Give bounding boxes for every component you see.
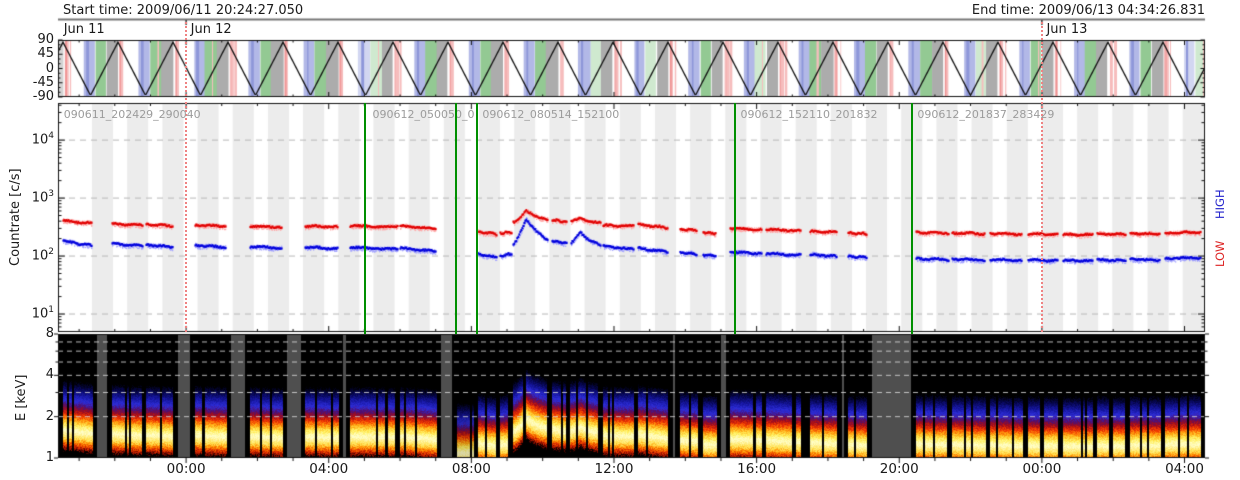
x-tick-label: 12:00 (594, 461, 634, 477)
energy-axis-title: E [keV] (14, 374, 29, 421)
end-time-label: End time: 2009/06/13 04:34:26.831 (971, 3, 1205, 18)
file-name-label: 090612_201837_283429 (917, 108, 1055, 121)
midnight-dotted-line (185, 22, 188, 332)
x-tick-label: 04:00 (309, 461, 349, 477)
figure: Start time: 2009/06/11 20:24:27.050 End … (0, 0, 1240, 480)
file-boundary-line (476, 103, 479, 334)
energy-ytick-label: 4 (45, 367, 54, 383)
file-name-label: 090612_080514_152100 (482, 108, 620, 121)
file-boundary-line (734, 103, 737, 334)
x-tick-label: 04:00 (1165, 461, 1204, 477)
scan-ytick-label: 45 (37, 46, 54, 62)
energy-ytick-label: 2 (45, 408, 54, 424)
file-name-label: 090612_152110_201832 (740, 108, 878, 121)
scan-ytick-label: 90 (37, 32, 54, 47)
x-tick-label: 16:00 (737, 461, 777, 477)
scan-ytick-label: -90 (32, 89, 54, 104)
energy-ytick-label: 8 (45, 326, 54, 341)
scan-ytick-label: -45 (32, 74, 54, 90)
midnight-dotted-line (1040, 22, 1043, 332)
countrate-ytick-label: 102 (31, 247, 54, 264)
countrate-ytick-label: 104 (31, 131, 54, 148)
date-label: Jun 13 (1046, 22, 1088, 37)
date-label: Jun 11 (63, 22, 105, 37)
x-tick-label: 00:00 (1022, 461, 1062, 477)
scan-ytick-label: 0 (45, 60, 54, 76)
series-label-low: LOW (1213, 240, 1227, 267)
file-boundary-line (363, 103, 366, 334)
file-name-label: 090612_050050_0 (372, 108, 475, 121)
energy-ytick-label: 1 (45, 450, 54, 465)
file-boundary-line (911, 103, 914, 334)
start-time-label: Start time: 2009/06/11 20:24:27.050 (63, 3, 304, 18)
countrate-ytick-label: 101 (31, 305, 54, 322)
countrate-ytick-label: 103 (31, 189, 54, 206)
file-boundary-line (454, 103, 457, 334)
x-tick-label: 08:00 (451, 461, 491, 477)
x-tick-label: 00:00 (166, 461, 206, 477)
file-name-label: 090611_202429_290040 (63, 108, 201, 121)
x-tick-label: 20:00 (879, 461, 919, 477)
countrate-axis-title: Countrate [c/s] (8, 168, 23, 266)
date-label: Jun 12 (190, 22, 232, 37)
series-label-high: HIGH (1213, 189, 1227, 219)
